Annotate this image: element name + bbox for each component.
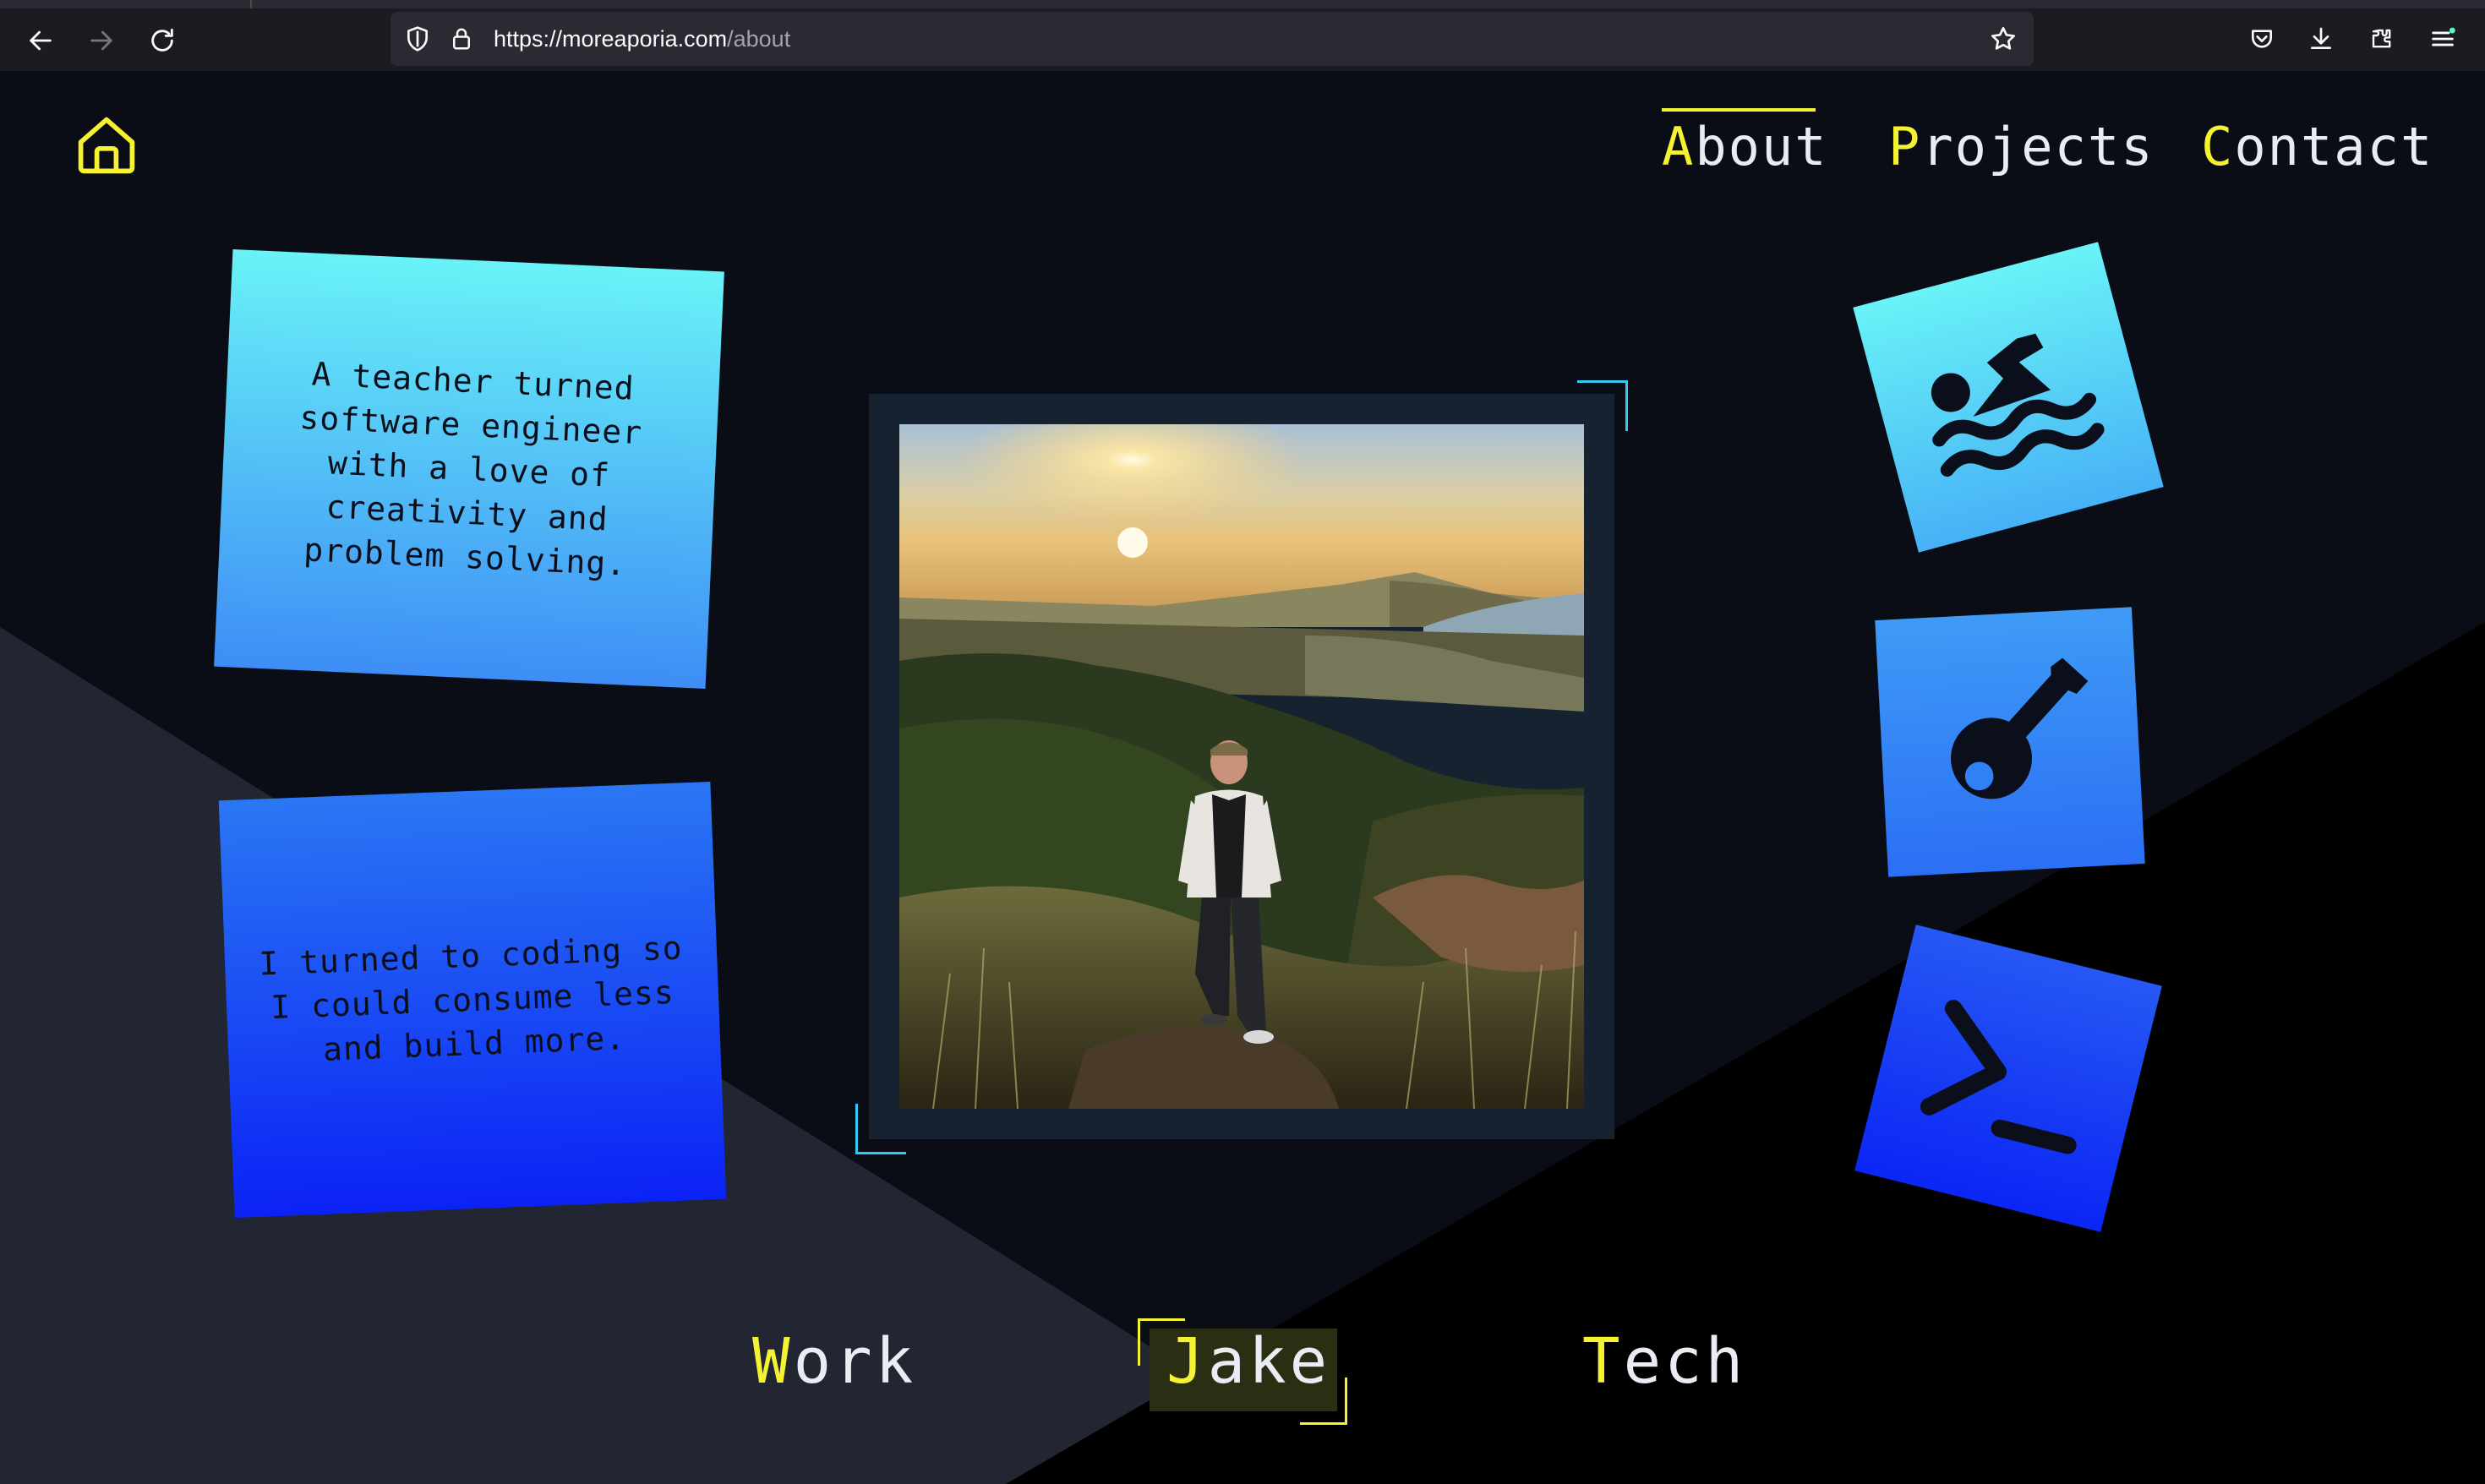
guitar-tile[interactable] [1875, 607, 2145, 877]
bio-text: A teacher turned software engineer with … [298, 355, 644, 583]
tab-edge [250, 0, 252, 8]
menu-icon[interactable] [2424, 20, 2461, 57]
lock-icon[interactable] [446, 24, 477, 54]
nav-projects-initial: P [1888, 116, 1922, 177]
forward-button[interactable] [81, 20, 122, 61]
home-button[interactable] [74, 113, 139, 177]
home-icon [78, 117, 135, 174]
address-bar[interactable]: https://moreaporia.com/about [390, 12, 2034, 66]
swimming-tile[interactable] [1853, 242, 2164, 553]
swimmer-icon [1931, 333, 2105, 477]
tab-jake-initial: J [1166, 1325, 1208, 1398]
tab-jake[interactable]: Jake [1166, 1323, 1330, 1399]
shield-icon[interactable] [402, 24, 433, 54]
tab-strip [0, 0, 2485, 8]
motivation-text: I turned to coding so I could consume le… [258, 929, 684, 1068]
back-button[interactable] [20, 20, 61, 61]
motivation-card: I turned to coding so I could consume le… [218, 782, 727, 1218]
tab-jake-rest: ake [1207, 1325, 1331, 1398]
nav-projects-link[interactable]: Projects [1888, 117, 2155, 177]
tab-work[interactable]: Work [752, 1323, 916, 1399]
pocket-icon[interactable] [2243, 20, 2280, 57]
tab-tech-rest: ech [1623, 1325, 1747, 1398]
nav-contact-rest: ontact [2234, 116, 2434, 177]
tab-tech-initial: T [1582, 1325, 1624, 1398]
nav-contact-initial: C [2201, 116, 2235, 177]
profile-photo [899, 424, 1584, 1109]
tab-tech[interactable]: Tech [1582, 1323, 1746, 1399]
nav-about-link[interactable]: About [1662, 117, 1828, 177]
terminal-icon [1920, 1000, 2077, 1154]
tab-work-rest: ork [793, 1325, 917, 1398]
bookmark-star-icon[interactable] [1988, 24, 2018, 54]
active-nav-underline [1662, 108, 1816, 112]
url-path: /about [727, 26, 791, 52]
nav-contact-link[interactable]: Contact [2201, 117, 2433, 177]
forward-arrow-icon [90, 30, 112, 51]
nav-about-rest: bout [1695, 116, 1828, 177]
guitar-icon [1951, 657, 2089, 799]
reload-button[interactable] [142, 20, 183, 61]
tab-work-initial: W [752, 1325, 794, 1398]
nav-about-initial: A [1662, 116, 1696, 177]
download-icon[interactable] [2302, 20, 2340, 57]
back-arrow-icon [30, 30, 52, 51]
about-page: About Projects Contact A teacher turned … [0, 73, 2485, 1484]
browser-toolbar: https://moreaporia.com/about [0, 0, 2485, 73]
reload-icon [151, 28, 173, 52]
url-text[interactable]: https://moreaporia.com/about [494, 12, 790, 66]
url-host: https://moreaporia.com [494, 26, 728, 52]
nav-projects-rest: rojects [1921, 116, 2155, 177]
bio-card: A teacher turned software engineer with … [214, 249, 724, 689]
extensions-icon[interactable] [2363, 20, 2400, 57]
sunset-mountain-scene [899, 424, 1584, 1109]
